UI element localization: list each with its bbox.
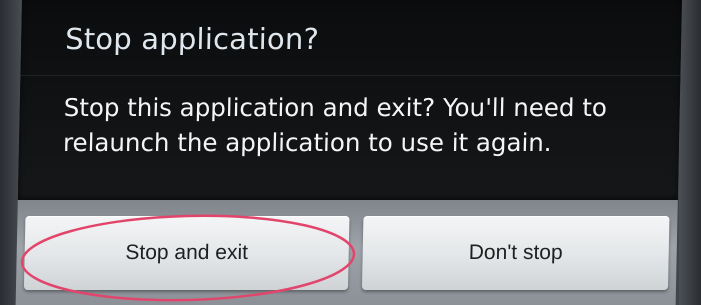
stop-application-dialog: Stop application? Stop this application … xyxy=(15,0,682,305)
dialog-button-bar: Stop and exit Don't stop xyxy=(15,200,678,305)
dialog-title: Stop application? xyxy=(64,22,320,56)
stop-and-exit-button[interactable]: Stop and exit xyxy=(23,216,350,290)
title-divider xyxy=(20,75,681,76)
dialog-message: Stop this application and exit? You'll n… xyxy=(62,93,608,157)
dialog-content: Stop application? Stop this application … xyxy=(17,0,682,200)
phone-bezel-right xyxy=(679,0,701,305)
dont-stop-button[interactable]: Don't stop xyxy=(361,216,670,290)
device-photo: Stop application? Stop this application … xyxy=(0,0,701,305)
